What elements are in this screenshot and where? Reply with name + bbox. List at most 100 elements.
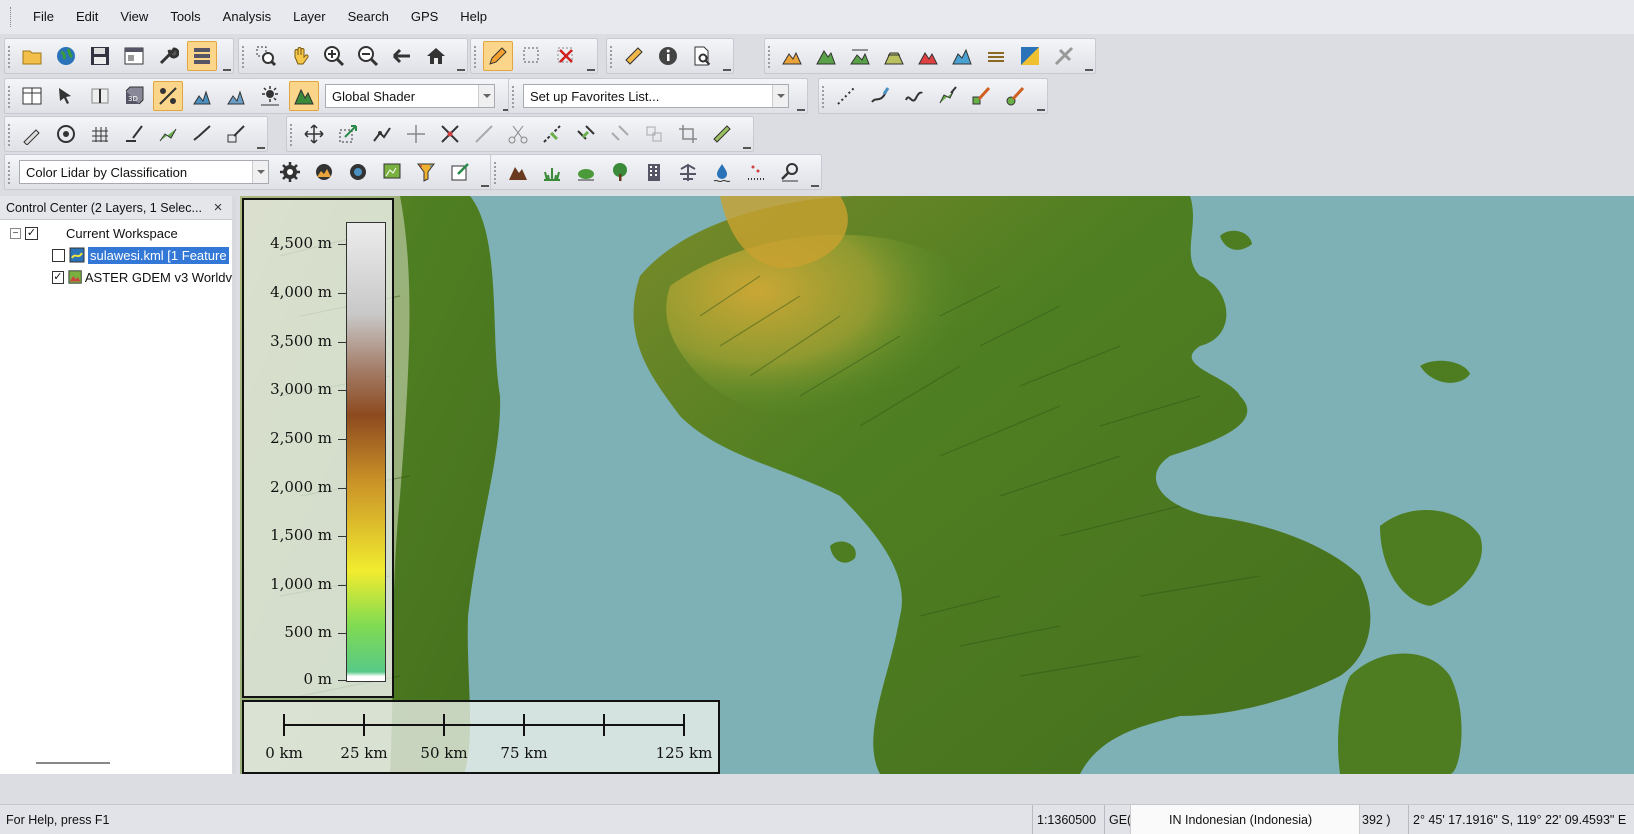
control-center-button[interactable] [187,41,217,71]
class-points-button[interactable] [741,157,771,187]
toolbar-overflow-icon[interactable] [1037,103,1045,111]
move-vertex-button[interactable] [401,119,431,149]
layer-label-aster[interactable]: ASTER GDEM v3 Worldv [85,270,232,285]
select-button[interactable] [517,41,547,71]
menu-tools[interactable]: Tools [159,0,211,34]
class-noise-button[interactable] [673,157,703,187]
shader-toggle-button[interactable] [153,81,183,111]
toolbar-overflow-icon[interactable] [457,63,465,71]
raster-calculator-button[interactable] [1015,41,1045,71]
join-button[interactable] [571,119,601,149]
disabled-tool-button[interactable] [1049,41,1079,71]
previous-view-button[interactable] [387,41,417,71]
create-text-button[interactable] [1001,81,1031,111]
create-line-tool-button[interactable] [119,119,149,149]
line-of-sight-button[interactable] [845,41,875,71]
class-building-button[interactable] [639,157,669,187]
cut-fill-button[interactable] [879,41,909,71]
menu-edit[interactable]: Edit [65,0,109,34]
reshape-button[interactable] [367,119,397,149]
open-folder-button[interactable] [17,41,47,71]
edit-vertices-button[interactable] [187,119,217,149]
combine-button[interactable] [537,119,567,149]
menu-analysis[interactable]: Analysis [212,0,282,34]
compare-button[interactable] [85,81,115,111]
layer-checkbox-aster[interactable]: ✓ [52,270,64,284]
offset-button[interactable] [605,119,635,149]
split-line-button[interactable] [469,119,499,149]
configuration-button[interactable] [153,41,183,71]
create-range-button[interactable] [51,119,81,149]
create-buffer-button[interactable] [153,119,183,149]
create-area-button[interactable] [933,81,963,111]
move-button[interactable] [299,119,329,149]
full-view-button[interactable] [421,41,451,71]
watershed-button[interactable] [913,41,943,71]
zoom-in-button[interactable] [319,41,349,71]
menu-search[interactable]: Search [337,0,400,34]
save-button[interactable] [85,41,115,71]
class-search-button[interactable] [775,157,805,187]
chevron-down-icon[interactable] [252,161,268,183]
shader-mode-button[interactable] [289,81,319,111]
create-curve-button[interactable] [899,81,929,111]
chevron-down-icon[interactable] [772,85,788,107]
pan-button[interactable] [285,41,315,71]
create-point-button[interactable] [17,119,47,149]
lidar-filter-button[interactable] [411,157,441,187]
collapse-icon[interactable]: − [10,227,21,239]
chevron-down-icon[interactable] [478,85,494,107]
cut-button[interactable] [503,119,533,149]
measure-tool-button[interactable] [707,119,737,149]
view-shed-button[interactable] [811,41,841,71]
layer-checkbox-sulawesi[interactable] [52,248,65,262]
menu-help[interactable]: Help [449,0,498,34]
menu-file[interactable]: File [22,0,65,34]
menu-view[interactable]: View [109,0,159,34]
workspace-checkbox[interactable]: ✓ [25,226,38,240]
open-online-data-button[interactable] [51,41,81,71]
measure-button[interactable] [619,41,649,71]
path-profile-button[interactable] [777,41,807,71]
feature-info-button[interactable] [653,41,683,71]
toolbar-overflow-icon[interactable] [811,179,819,187]
lidar-edit-button[interactable] [445,157,475,187]
layer-row-sulawesi[interactable]: sulawesi.kml [1 Feature [0,244,232,266]
crop-button[interactable] [673,119,703,149]
create-line-button[interactable] [865,81,895,111]
insert-vertex-button[interactable] [435,119,465,149]
lighting-button[interactable] [221,81,251,111]
toolbar-overflow-icon[interactable] [723,63,731,71]
favorites-select[interactable]: Set up Favorites List... [523,84,789,108]
menu-layer[interactable]: Layer [282,0,337,34]
edit-feature-button[interactable] [221,119,251,149]
toolbar-overflow-icon[interactable] [797,103,805,111]
search-feature-button[interactable] [687,41,717,71]
sun-position-button[interactable] [255,81,285,111]
contour-button[interactable] [981,41,1011,71]
lidar-settings-button[interactable] [275,157,305,187]
lidar-classify-button[interactable] [343,157,373,187]
class-low-vegetation-button[interactable] [537,157,567,187]
rectangulate-button[interactable] [639,119,669,149]
lidar-profile-button[interactable] [377,157,407,187]
class-medium-vegetation-button[interactable] [571,157,601,187]
delete-button[interactable] [551,41,581,71]
class-high-vegetation-button[interactable] [605,157,635,187]
3d-view-button[interactable]: 3D [119,81,149,111]
menu-gps[interactable]: GPS [400,0,449,34]
layer-row-aster[interactable]: ✓ ASTER GDEM v3 Worldv [0,266,232,288]
toolbar-overflow-icon[interactable] [743,141,751,149]
toolbar-overflow-icon[interactable] [481,179,489,187]
zoom-out-button[interactable] [353,41,383,71]
panel-horizontal-scrollbar[interactable] [36,762,110,764]
toolbar-overflow-icon[interactable] [587,63,595,71]
lidar-surface-button[interactable] [309,157,339,187]
shader-select[interactable]: Global Shader [325,84,495,108]
toolbar-overflow-icon[interactable] [257,141,265,149]
create-points-button[interactable] [831,81,861,111]
layer-label-sulawesi[interactable]: sulawesi.kml [1 Feature [88,246,229,264]
layout-button[interactable] [119,41,149,71]
vertical-exaggeration-button[interactable] [187,81,217,111]
digitizer-button[interactable] [483,41,513,71]
